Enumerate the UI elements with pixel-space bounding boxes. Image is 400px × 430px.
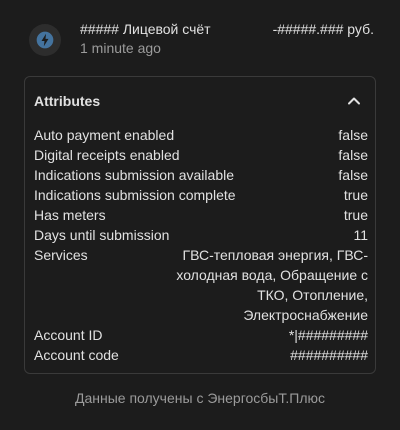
attribution-text: Данные получены с ЭнергосбыТ.Плюс <box>74 390 325 406</box>
lightning-bolt-glyph <box>36 31 54 49</box>
attributes-panel: Attributes Auto payment enabled false Di… <box>24 76 376 374</box>
attributes-title: Attributes <box>34 93 101 109</box>
entity-state: -#####.### руб. <box>272 21 374 37</box>
attribute-key: Services <box>34 247 88 263</box>
attribute-key: Indications submission complete <box>34 187 236 203</box>
attribute-key: Auto payment enabled <box>34 127 175 143</box>
attribute-value: ########## <box>290 347 368 363</box>
entity-last-changed: 1 minute ago <box>80 40 161 56</box>
chevron-up-icon[interactable] <box>347 94 361 108</box>
attribute-value: ГВС-тепловая энергия, ГВС-холодная вода,… <box>176 247 368 323</box>
attribute-row: Digital receipts enabled false <box>34 145 368 165</box>
attribute-value: false <box>338 127 368 143</box>
attributes-list: Auto payment enabled false Digital recei… <box>34 125 368 365</box>
more-info-header: ##### Лицевой счёт 1 minute ago -#####.#… <box>0 0 400 76</box>
attribute-row: Services ГВС-тепловая энергия, ГВС-холод… <box>34 245 368 325</box>
attribute-key: Days until submission <box>34 227 170 243</box>
attribute-key: Indications submission available <box>34 167 234 183</box>
attribute-value: 11 <box>353 227 368 243</box>
attribute-row: Indications submission complete true <box>34 185 368 205</box>
attribute-row: Indications submission available false <box>34 165 368 185</box>
attribute-row: Days until submission 11 <box>34 225 368 245</box>
attribute-key: Has meters <box>34 207 106 223</box>
lightning-bolt-icon <box>29 24 61 56</box>
attribute-row: Auto payment enabled false <box>34 125 368 145</box>
attribute-value: false <box>338 167 368 183</box>
attribute-key: Account ID <box>34 327 103 343</box>
attribute-value: false <box>338 147 368 163</box>
entity-name: ##### Лицевой счёт <box>80 21 211 37</box>
attribute-key: Account code <box>34 347 119 363</box>
attribute-row: Account ID *|######### <box>34 325 368 345</box>
attributes-header[interactable]: Attributes <box>25 77 375 125</box>
attribute-row: Has meters true <box>34 205 368 225</box>
attribute-value: *|######### <box>288 327 368 343</box>
attribute-value: true <box>343 207 368 223</box>
attribute-key: Digital receipts enabled <box>34 147 180 163</box>
attribute-row: Account code ########## <box>34 345 368 365</box>
attribute-value: true <box>343 187 368 203</box>
